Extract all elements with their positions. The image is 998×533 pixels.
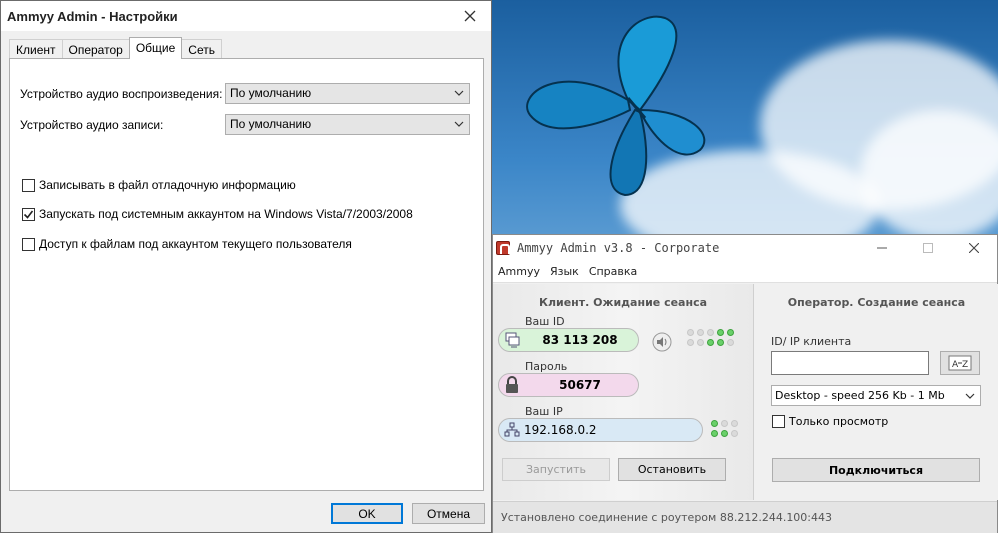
start-button[interactable]: Запустить [502,458,610,481]
close-icon [464,10,476,22]
file-access-label: Доступ к файлам под аккаунтом текущего п… [39,237,352,251]
close-button[interactable] [951,235,997,261]
password-value: 50677 [559,378,601,392]
menu-language[interactable]: Язык [545,265,584,278]
your-ip-value: 192.168.0.2 [524,423,597,437]
led [697,329,704,336]
network-icon [502,420,522,440]
view-only-label: Только просмотр [789,415,889,428]
system-account-label: Запускать под системным аккаунтом на Win… [39,207,413,221]
chevron-down-icon [454,121,464,127]
your-ip-label: Ваш IP [525,405,563,418]
address-book-button[interactable]: AZ [940,351,980,375]
general-tab-panel: Устройство аудио воспроизведения: По умо… [9,58,484,491]
close-button[interactable] [455,5,485,27]
menu-help[interactable]: Справка [584,265,642,278]
address-book-icon: AZ [948,355,972,371]
record-device-select[interactable]: По умолчанию [225,114,470,135]
led [697,339,704,346]
playback-device-select[interactable]: По умолчанию [225,83,470,104]
led [687,339,694,346]
ammyy-title: Ammyy Admin v3.8 - Corporate [517,241,720,255]
settings-tabs: Клиент Оператор Общие Сеть [9,37,222,59]
checkmark-icon [23,210,34,219]
led [727,339,734,346]
maximize-icon [923,243,933,253]
led [721,420,728,427]
view-only-checkbox[interactable] [772,415,785,428]
client-id-label: ID/ IP клиента [771,335,852,348]
client-id-input[interactable] [771,351,929,375]
menu-bar: Ammyy Язык Справка [493,261,997,283]
svg-text:Z: Z [962,360,968,370]
record-device-value: По умолчанию [230,117,312,131]
led [731,430,738,437]
led [711,430,718,437]
ok-button[interactable]: OK [331,503,403,524]
file-access-checkbox[interactable] [22,237,35,251]
playback-device-row: Устройство аудио воспроизведения: По умо… [20,83,470,104]
tab-client[interactable]: Клиент [9,39,63,59]
led [731,420,738,427]
led [717,329,724,336]
client-panel: Клиент. Ожидание сеанса Ваш ID 83 113 20… [493,284,754,500]
stop-button[interactable]: Остановить [618,458,726,481]
computer-icon [502,330,522,350]
playback-device-label: Устройство аудио воспроизведения: [20,86,223,101]
lock-icon [502,375,522,395]
speed-select[interactable]: Desktop - speed 256 Kb - 1 Mb [771,385,981,406]
chevron-down-icon [965,393,975,399]
operator-panel: Оператор. Создание сеанса ID/ IP клиента… [755,284,998,500]
debug-log-checkbox[interactable] [22,178,35,192]
password-label: Пароль [525,360,568,373]
ammyy-window: Ammyy Admin v3.8 - Corporate Ammyy Язык … [492,234,998,533]
speed-value: Desktop - speed 256 Kb - 1 Mb [775,389,945,402]
tab-general[interactable]: Общие [128,37,183,59]
settings-titlebar: Ammyy Admin - Настройки [1,1,491,31]
led [717,339,724,346]
chevron-down-icon [454,90,464,96]
your-id-label: Ваш ID [525,315,565,328]
menu-ammyy[interactable]: Ammyy [493,265,545,278]
ammyy-titlebar: Ammyy Admin v3.8 - Corporate [493,235,997,261]
operator-panel-title: Оператор. Создание сеанса [787,296,966,309]
debug-log-label: Записывать в файл отладочную информацию [39,178,296,192]
svg-text:A: A [952,360,959,370]
password-field: 50677 [498,373,639,397]
tab-network[interactable]: Сеть [181,39,222,59]
view-only-row: Только просмотр [772,415,888,428]
playback-device-value: По умолчанию [230,86,312,100]
record-device-label: Устройство аудио записи: [20,117,164,132]
maximize-button[interactable] [905,235,951,261]
led [707,329,714,336]
led [711,420,718,427]
client-panel-title: Клиент. Ожидание сеанса [538,296,708,309]
speaker-icon[interactable] [652,332,672,355]
close-icon [969,243,979,253]
activity-leds [687,329,734,346]
your-ip-field: 192.168.0.2 [498,418,703,442]
status-bar: Установлено соединение с роутером 88.212… [493,501,997,533]
settings-dialog: Ammyy Admin - Настройки Клиент Оператор … [0,0,492,533]
minimize-button[interactable] [859,235,905,261]
network-leds [711,420,738,437]
connect-button[interactable]: Подключиться [772,458,980,482]
your-id-value: 83 113 208 [542,333,618,347]
debug-log-row: Записывать в файл отладочную информацию [22,178,296,192]
led [721,430,728,437]
status-text: Установлено соединение с роутером 88.212… [501,511,833,524]
settings-title: Ammyy Admin - Настройки [7,8,178,24]
led [707,339,714,346]
tab-operator[interactable]: Оператор [61,39,130,59]
ammyy-logo-icon [496,241,510,255]
system-account-row: Запускать под системным аккаунтом на Win… [22,207,413,221]
record-device-row: Устройство аудио записи: По умолчанию [20,114,470,135]
cancel-button[interactable]: Отмена [412,503,485,524]
file-access-row: Доступ к файлам под аккаунтом текущего п… [22,237,352,251]
system-account-checkbox[interactable] [22,207,35,221]
minimize-icon [877,247,887,249]
led [727,329,734,336]
led [687,329,694,336]
your-id-field: 83 113 208 [498,328,639,352]
